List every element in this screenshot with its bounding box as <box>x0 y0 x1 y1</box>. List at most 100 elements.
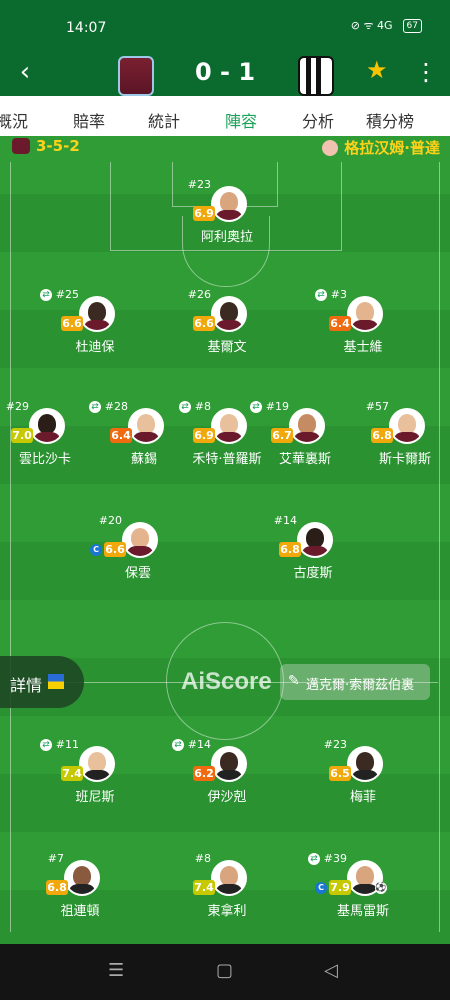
player-name: 祖連頓 <box>60 904 100 919</box>
captain-icon: C <box>315 882 327 894</box>
player-number: #19 <box>265 400 289 413</box>
player-name: 斯卡爾斯 <box>378 452 431 467</box>
player-number: #8 <box>194 852 211 865</box>
player-number: #3 <box>330 288 347 301</box>
player-rating: 6.8 <box>279 542 301 557</box>
player-card[interactable]: #29 7.0 雲比沙卡 <box>0 398 95 468</box>
player-rating: 6.4 <box>329 316 351 331</box>
substitution-icon: ⇄ <box>315 289 327 301</box>
player-avatar <box>289 408 325 444</box>
chevron-left-icon: ‹ <box>19 57 31 87</box>
player-rating: 6.6 <box>104 542 126 557</box>
more-button[interactable]: ⋮ <box>414 58 438 86</box>
player-rating: 6.6 <box>61 316 83 331</box>
tab-lineup[interactable]: 陣容 <box>225 108 257 132</box>
tab-bar: 概況 賠率 統計 陣容 分析 積分榜 <box>0 96 450 141</box>
more-vertical-icon: ⋮ <box>414 58 438 86</box>
details-label: 詳情 <box>10 676 43 695</box>
player-card[interactable]: #14 6.8 古度斯 <box>263 512 363 582</box>
player-card[interactable]: #23 6.5 梅菲 <box>313 736 413 806</box>
star-icon: ★ <box>366 56 388 84</box>
home-coach-badge[interactable]: ✎ 邁克爾·索爾茲伯裏 <box>280 664 430 700</box>
match-score: 0 - 1 <box>194 58 256 86</box>
player-name: 杜迪保 <box>75 340 115 355</box>
whistle-icon: ✎ <box>288 673 300 689</box>
substitution-icon: ⇄ <box>40 289 52 301</box>
player-avatar <box>79 296 115 332</box>
match-header: ‹ 0 - 1 ★ ⋮ <box>0 52 450 96</box>
player-number: #28 <box>104 400 128 413</box>
player-avatar <box>211 746 247 782</box>
player-avatar <box>389 408 425 444</box>
pitch: 3-5-2 格拉汉姆·普達 #23 6.9 阿利奧拉 #25 6.6 杜迪保 ⇄ #26 6.6… <box>0 136 450 944</box>
system-nav-bar: ☰ ▢ ◁ <box>0 944 450 1000</box>
home-mini-crest <box>12 138 30 154</box>
player-rating: 7.9 <box>329 880 351 895</box>
ukraine-flag-icon <box>48 674 64 689</box>
player-card[interactable]: #23 6.9 阿利奧拉 <box>177 176 277 246</box>
player-rating: 6.5 <box>329 766 351 781</box>
substitution-icon: ⇄ <box>250 401 262 413</box>
player-avatar <box>29 408 65 444</box>
player-name: 艾華裏斯 <box>278 452 331 467</box>
player-card[interactable]: #19 6.7 艾華裏斯 ⇄ <box>250 398 355 468</box>
player-card[interactable]: #8 7.4 東拿利 <box>177 850 277 920</box>
player-avatar <box>347 296 383 332</box>
away-coach-avatar <box>322 140 339 156</box>
player-card[interactable]: #20 6.6 保雲 C <box>88 512 188 582</box>
away-team-crest[interactable] <box>298 56 334 96</box>
away-coach-label: 格拉汉姆·普達 <box>322 137 440 158</box>
player-card[interactable]: #26 6.6 基爾文 <box>177 286 277 356</box>
favorite-button[interactable]: ★ <box>366 56 388 84</box>
player-rating: 6.2 <box>193 766 215 781</box>
player-rating: 6.8 <box>46 880 68 895</box>
tab-analysis[interactable]: 分析 <box>302 108 334 132</box>
player-rating: 7.4 <box>61 766 83 781</box>
tab-standings[interactable]: 積分榜 <box>366 108 414 132</box>
player-number: #14 <box>187 738 211 751</box>
tab-overview[interactable]: 概況 <box>0 108 28 132</box>
menu-icon[interactable]: ☰ <box>108 960 124 981</box>
player-name: 古度斯 <box>293 566 333 581</box>
substitution-icon: ⇄ <box>40 739 52 751</box>
battery-icon: 67 <box>402 18 422 33</box>
player-name: 班尼斯 <box>75 790 115 805</box>
tab-stats[interactable]: 統計 <box>148 108 180 132</box>
player-number: #39 <box>323 852 347 865</box>
player-name: 東拿利 <box>207 904 247 919</box>
player-number: #26 <box>187 288 211 301</box>
tab-odds[interactable]: 賠率 <box>73 108 105 132</box>
player-name: 伊沙剋 <box>207 790 247 805</box>
home-formation: 3-5-2 <box>12 137 80 155</box>
home-icon[interactable]: ▢ <box>216 960 233 981</box>
back-button[interactable]: ‹ <box>10 57 40 91</box>
player-name: 梅菲 <box>349 790 376 805</box>
away-coach-text: 格拉汉姆·普達 <box>344 139 440 157</box>
player-rating: 6.8 <box>371 428 393 443</box>
player-rating: 7.0 <box>11 428 33 443</box>
player-number: #11 <box>55 738 79 751</box>
player-number: #7 <box>47 852 64 865</box>
details-button[interactable]: 詳情 <box>0 656 84 708</box>
player-number: #8 <box>194 400 211 413</box>
back-icon[interactable]: ◁ <box>324 960 338 981</box>
status-time: 14:07 <box>66 20 107 36</box>
player-card[interactable]: #7 6.8 祖連頓 <box>30 850 130 920</box>
status-bar: 14:07 ⊘ ᯤ 4G 67 <box>0 0 450 52</box>
player-card[interactable]: #57 6.8 斯卡爾斯 <box>355 398 450 468</box>
player-number: #23 <box>323 738 347 751</box>
substitution-icon: ⇄ <box>172 739 184 751</box>
status-icons: ⊘ ᯤ 4G 67 <box>351 18 422 33</box>
player-card[interactable]: #11 7.4 班尼斯 ⇄ <box>40 736 145 806</box>
player-card[interactable]: #25 6.6 杜迪保 ⇄ <box>40 286 145 356</box>
player-card[interactable]: #14 6.2 伊沙剋 ⇄ <box>172 736 277 806</box>
player-rating: 6.9 <box>193 206 215 221</box>
player-card[interactable]: #39 7.9 基馬雷斯 ⇄ C ⚽ <box>308 850 413 920</box>
player-rating: 7.4 <box>193 880 215 895</box>
status-icons-text: ⊘ ᯤ 4G <box>350 19 393 32</box>
player-card[interactable]: #3 6.4 基士維 ⇄ <box>313 286 413 356</box>
home-team-crest[interactable] <box>118 56 154 96</box>
player-avatar <box>79 746 115 782</box>
substitution-icon: ⇄ <box>179 401 191 413</box>
player-number: #20 <box>98 514 122 527</box>
